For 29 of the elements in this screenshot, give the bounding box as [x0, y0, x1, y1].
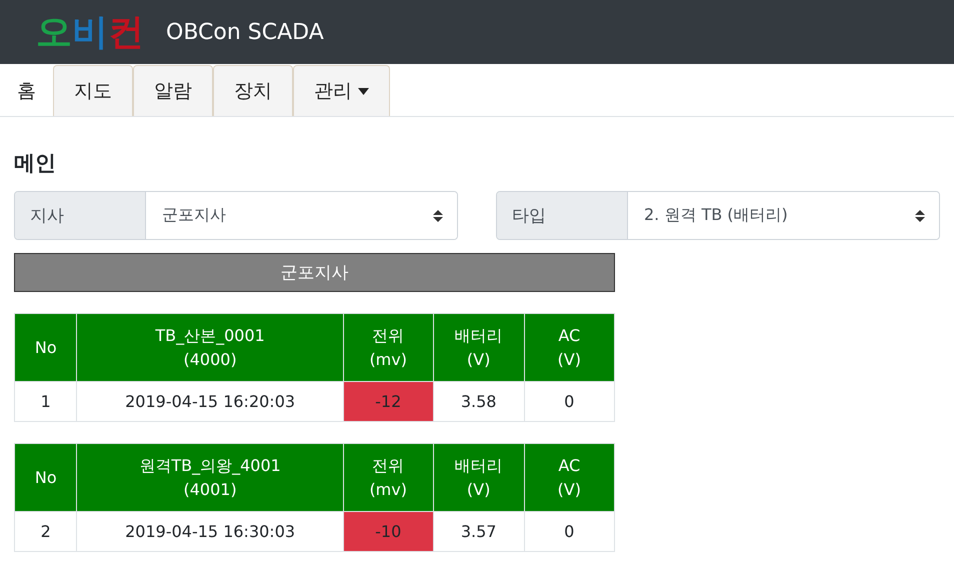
table-cell: 3.57	[433, 512, 524, 552]
table-cell: 3.58	[433, 382, 524, 422]
column-header: 배터리 (V)	[433, 444, 524, 512]
table-cell: 2019-04-15 16:20:03	[76, 382, 344, 422]
table-cell: -12	[343, 382, 434, 422]
table-cell: 2	[14, 512, 77, 552]
caret-icon	[358, 88, 369, 94]
column-header: No	[14, 444, 77, 512]
column-header: 전위 (mv)	[343, 314, 434, 382]
app-title: OBCon SCADA	[166, 20, 324, 44]
column-header: 배터리 (V)	[433, 314, 524, 382]
table-cell: -10	[343, 512, 434, 552]
column-header: AC (V)	[524, 444, 614, 512]
section-heading: 메인	[14, 150, 57, 177]
column-header: 원격TB_의왕_4001 (4001)	[76, 444, 344, 512]
nav-tab[interactable]: 지도	[53, 65, 133, 116]
nav-tab[interactable]: 알람	[133, 65, 213, 116]
table-cell: 1	[14, 382, 77, 422]
logo: 오비컨	[36, 10, 144, 54]
table-cell: 2019-04-15 16:30:03	[76, 512, 344, 552]
column-header: TB_산본_0001 (4000)	[76, 314, 344, 382]
column-header: 전위 (mv)	[343, 444, 434, 512]
table-cell: 0	[524, 382, 614, 422]
nav-tab[interactable]: 관리	[293, 65, 390, 116]
column-header: No	[14, 314, 77, 382]
table-cell: 0	[524, 512, 614, 552]
branch-bar: 군포지사	[14, 253, 615, 292]
column-header: AC (V)	[524, 314, 614, 382]
nav-tab[interactable]: 장치	[213, 65, 293, 116]
